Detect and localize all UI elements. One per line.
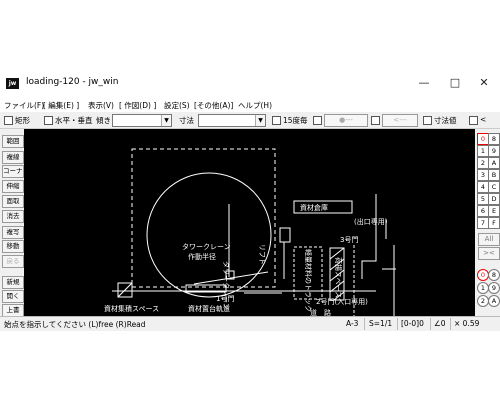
layer-e-button[interactable]: E	[488, 205, 500, 217]
label-cargo-platform: 資材置台軌道	[188, 304, 230, 313]
boundary-right	[361, 194, 377, 279]
app-window: jw loading-120 - jw_win — □ ✕ ファイル(F) [ …	[0, 67, 500, 331]
window-title: loading-120 - jw_win	[26, 77, 119, 87]
label-truck: 軽量材料のトラック	[304, 249, 313, 312]
menu-settings[interactable]: 設定(S)	[164, 100, 190, 111]
group-a-button[interactable]: A	[488, 295, 500, 307]
label-crane-radius-1: タワークレーン	[182, 242, 231, 251]
label-road: 道 路	[310, 308, 331, 316]
layer-status[interactable]: [0-0]0	[401, 319, 424, 328]
mode-a-checkbox[interactable]	[313, 116, 322, 125]
range-button[interactable]: 範囲	[2, 135, 24, 148]
group-9-button[interactable]: 9	[488, 282, 500, 294]
left-command-panel: 範囲 複線 コーナー 伸縮 面取 消去 複写 移動 戻る 新規 開く 上書	[0, 129, 24, 317]
move-button[interactable]: 移動	[2, 240, 24, 253]
dimval-checkbox[interactable]	[423, 116, 432, 125]
layer-b-button[interactable]: B	[488, 169, 500, 181]
label-material-storage: 資材倉庫	[300, 203, 328, 212]
mode-a-button[interactable]: ●---	[324, 114, 368, 127]
corner-button[interactable]: コーナー	[2, 165, 24, 178]
label-gate2: 2号門(入口専用)	[316, 297, 368, 306]
layer-c-button[interactable]: C	[488, 181, 500, 193]
group-8-button[interactable]: 8	[488, 269, 500, 281]
menu-help[interactable]: ヘルプ(H)	[238, 100, 272, 111]
hv-checkbox[interactable]	[44, 116, 53, 125]
open-button[interactable]: 開く	[2, 290, 24, 303]
label-unload-space: 荷揚スペース	[334, 257, 343, 298]
layer-9-button[interactable]: 9	[488, 145, 500, 157]
dimval-label: 寸法値	[434, 116, 457, 125]
label-material-yard: 資材集積スペース	[104, 304, 159, 313]
layer-f-button[interactable]: F	[488, 217, 500, 229]
label-gate3: 3号門	[340, 236, 358, 244]
undo-button[interactable]: 戻る	[2, 255, 24, 268]
minimize-icon[interactable]: —	[411, 73, 437, 93]
stretch-button[interactable]: 伸縮	[2, 180, 24, 193]
tool-bar: 矩形 水平・垂直 傾き ▼ 寸法 ▼ 15度毎 ●--- <--- 寸法値 <	[0, 112, 500, 129]
lift-box	[279, 227, 291, 243]
menu-bar: ファイル(F) [ 編集(E) ] 表示(V) [ 作図(D) ] 設定(S) …	[0, 99, 500, 112]
status-message: 始点を指示してください (L)free (R)Read	[4, 320, 146, 329]
label-exit: (出口専用)	[354, 217, 388, 226]
label-lift: リフト	[258, 244, 266, 265]
menu-file[interactable]: ファイル(F)	[4, 100, 44, 111]
dim-label: 寸法	[179, 116, 194, 125]
erase-button[interactable]: 消去	[2, 210, 24, 223]
rect-label: 矩形	[15, 116, 30, 125]
tilt-combo[interactable]: ▼	[112, 114, 172, 127]
menu-edit[interactable]: [ 編集(E) ]	[43, 100, 79, 111]
dim-combo[interactable]: ▼	[198, 114, 266, 127]
jw-app-icon: jw	[6, 78, 19, 89]
deg15-checkbox[interactable]	[272, 116, 281, 125]
hv-label: 水平・垂直	[55, 116, 93, 125]
site-plan-drawing: タワークレーン 作動半径 タワークレーン リフト 資材倉庫 (出口専用) 3号門…	[104, 148, 396, 316]
scale-value[interactable]: S=1/1	[369, 319, 392, 328]
layer-toggle-button[interactable]: ><	[478, 247, 500, 260]
layer-8-button[interactable]: 8	[488, 133, 500, 145]
new-button[interactable]: 新規	[2, 276, 24, 289]
crane-radius-circle	[146, 172, 272, 298]
close-icon[interactable]: ✕	[471, 73, 497, 93]
title-bar: jw loading-120 - jw_win — □ ✕	[0, 67, 500, 99]
label-crane-radius-2: 作動半径	[188, 252, 216, 261]
lt-checkbox[interactable]	[469, 116, 478, 125]
layer-d-button[interactable]: D	[488, 193, 500, 205]
chevron-down-icon: ▼	[161, 115, 171, 126]
maximize-icon[interactable]: □	[442, 73, 468, 93]
menu-view[interactable]: 表示(V)	[88, 100, 114, 111]
paper-size[interactable]: A-3	[346, 319, 358, 328]
lt-label: <	[480, 115, 487, 124]
status-bar: 始点を指示してください (L)free (R)Read A-3 S=1/1 [0…	[0, 316, 500, 331]
offset-button[interactable]: 複線	[2, 151, 24, 164]
chevron-down-icon: ▼	[255, 115, 265, 126]
building-outline	[131, 148, 276, 288]
tilt-label: 傾き	[96, 116, 111, 125]
mode-b-checkbox[interactable]	[371, 116, 380, 125]
deg15-label: 15度毎	[283, 116, 308, 125]
menu-draw[interactable]: [ 作図(D) ]	[119, 100, 156, 111]
crane-jib-line	[193, 271, 269, 285]
drawing-canvas[interactable]: タワークレーン 作動半径 タワークレーン リフト 資材倉庫 (出口専用) 3号門…	[24, 129, 475, 316]
menu-other[interactable]: [その他(A)]	[194, 100, 233, 111]
all-layers-button[interactable]: All	[478, 233, 500, 246]
label-gate1: 1号門	[216, 295, 234, 303]
zoom-value[interactable]: × 0.59	[454, 319, 479, 328]
mode-b-button[interactable]: <---	[382, 114, 418, 127]
right-layer-panel: 0 8 1 9 2 A 3 B 4 C 5 D 6 E 7 F All >< 0…	[475, 129, 500, 316]
layer-a-button[interactable]: A	[488, 157, 500, 169]
angle-value[interactable]: ∠0	[434, 319, 446, 328]
chamfer-button[interactable]: 面取	[2, 195, 24, 208]
copy-button[interactable]: 複写	[2, 226, 24, 239]
rect-checkbox[interactable]	[4, 116, 13, 125]
